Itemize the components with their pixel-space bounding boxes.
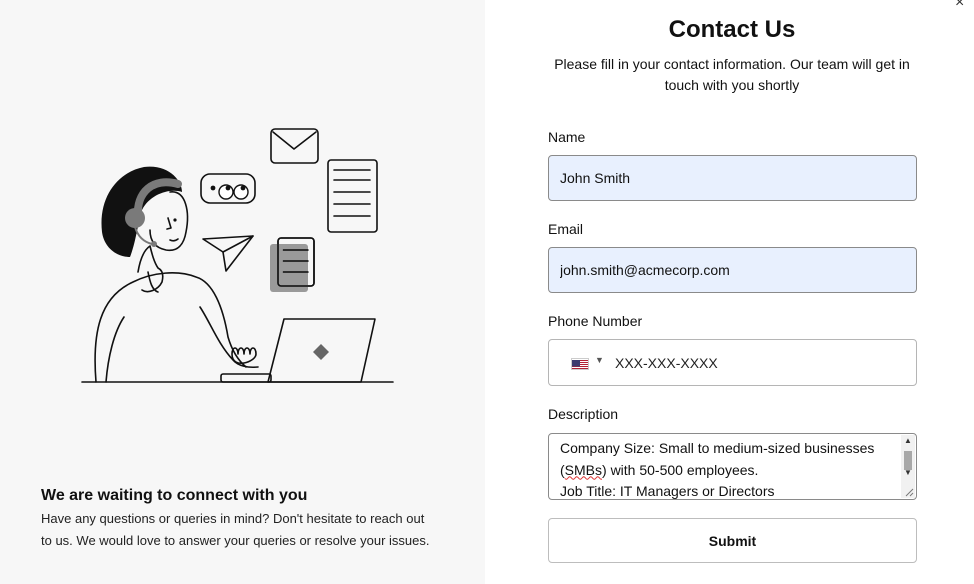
phone-label: Phone Number xyxy=(548,313,643,329)
name-label: Name xyxy=(548,129,586,145)
description-textarea[interactable]: Company Size: Small to medium-sized busi… xyxy=(548,433,917,500)
us-flag-icon[interactable] xyxy=(571,358,589,370)
name-field[interactable] xyxy=(548,155,917,201)
scroll-up-icon[interactable]: ▲ xyxy=(904,436,912,445)
spellcheck-word: SMBs xyxy=(564,461,603,478)
page-title: Contact Us xyxy=(668,16,796,43)
resize-grip-icon[interactable] xyxy=(904,487,914,497)
chevron-down-icon[interactable]: ▼ xyxy=(595,355,604,365)
submit-button[interactable]: Submit xyxy=(548,518,917,563)
email-label: Email xyxy=(548,221,584,237)
left-heading: We are waiting to connect with you xyxy=(41,487,308,504)
document-icon xyxy=(327,159,378,233)
customer-support-illustration xyxy=(81,128,394,383)
phone-input[interactable] xyxy=(615,348,905,378)
description-text: Company Size: Small to medium-sized busi… xyxy=(560,440,875,499)
left-panel: We are waiting to connect with you Have … xyxy=(0,0,485,584)
description-label: Description xyxy=(548,406,619,422)
form-subtitle: Please fill in your contact information.… xyxy=(554,56,910,93)
close-icon[interactable]: × xyxy=(955,0,964,12)
envelope-icon xyxy=(270,128,319,164)
left-description: Have any questions or queries in mind? D… xyxy=(41,511,430,548)
scroll-down-icon[interactable]: ▼ xyxy=(904,468,912,477)
phone-field: ▼ xyxy=(548,339,917,386)
email-field[interactable] xyxy=(548,247,917,293)
paper-plane-icon xyxy=(202,235,254,272)
